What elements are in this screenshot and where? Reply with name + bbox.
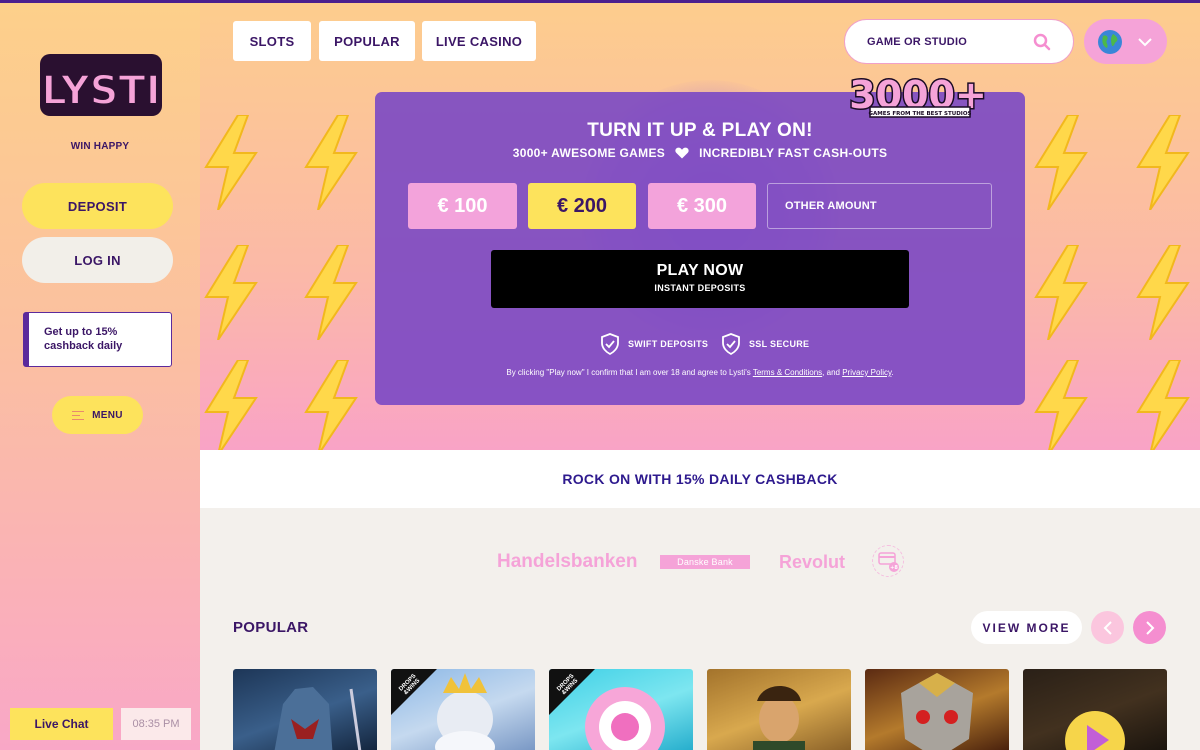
video-game-art [1065, 711, 1125, 750]
hero-sub-left: 3000+ AWESOME GAMES [512, 146, 666, 160]
hero-subtitle: 3000+ AWESOME GAMES INCREDIBLY FAST CASH… [375, 146, 1025, 160]
terms-link[interactable]: Terms & Conditions [753, 368, 822, 377]
search-input[interactable]: GAME OR STUDIO [844, 19, 1074, 64]
other-amount-input[interactable]: OTHER AMOUNT [767, 183, 992, 229]
shield-check-icon [601, 333, 619, 355]
logo-text: LYSTI [41, 68, 160, 114]
lightning-bolt-icon [1136, 115, 1190, 210]
hamburger-icon [72, 410, 85, 420]
nav-live-casino[interactable]: LIVE CASINO [422, 21, 536, 61]
clock-display: 08:35 PM [121, 708, 191, 740]
carousel-prev-button[interactable] [1091, 611, 1124, 644]
werewolf-game-art [274, 687, 362, 750]
lightning-bolt-icon [304, 245, 358, 340]
lightning-bolt-icon [1034, 360, 1088, 450]
lightning-bolt-icon [204, 115, 258, 210]
game-tile[interactable] [1023, 669, 1167, 750]
chevron-down-icon [1138, 37, 1152, 46]
game-tile[interactable] [233, 669, 377, 750]
globe-icon [1098, 29, 1122, 54]
ssl-secure-badge: SSL SECURE [721, 333, 809, 355]
view-more-button[interactable]: VIEW MORE [971, 611, 1082, 644]
consent-end: . [891, 368, 894, 377]
lightning-bolt-icon [1136, 245, 1190, 340]
lightning-bolt-icon [1034, 115, 1088, 210]
menu-button[interactable]: MENU [52, 396, 143, 434]
game-tile[interactable] [707, 669, 851, 750]
play-now-label: PLAY NOW [656, 262, 744, 279]
carousel-next-button[interactable] [1133, 611, 1166, 644]
heart-icon [675, 147, 689, 159]
lightning-bolt-icon [204, 360, 258, 450]
sidebar: LYSTI WIN HAPPY DEPOSIT LOG IN Get up to… [0, 0, 200, 750]
search-placeholder: GAME OR STUDIO [867, 35, 967, 48]
play-now-button[interactable]: PLAY NOW INSTANT DEPOSITS [491, 250, 909, 308]
cashback-banner[interactable]: ROCK ON WITH 15% DAILY CASHBACK [200, 450, 1200, 508]
game-tile[interactable]: DROPS &WINS [391, 669, 535, 750]
payment-danske-bank-logo: Danske Bank [660, 555, 750, 569]
ssl-secure-label: SSL SECURE [749, 339, 810, 349]
consent-pre: By clicking "Play now" I confirm that I … [506, 368, 753, 377]
nav-slots[interactable]: SLOTS [233, 21, 311, 61]
hero-sub-right: INCREDIBLY FAST CASH-OUTS [699, 146, 888, 160]
explorer-game-art [707, 669, 851, 750]
consent-mid: , and [822, 368, 843, 377]
lightning-bolt-icon [1034, 245, 1088, 340]
chevron-left-icon [1103, 620, 1112, 635]
warrior-mask-game-art [901, 673, 973, 750]
live-chat-button[interactable]: Live Chat [10, 708, 113, 740]
lightning-bolt-icon [1136, 360, 1190, 450]
brand-logo[interactable]: LYSTI [38, 40, 164, 122]
amount-200-button[interactable]: € 200 [528, 183, 636, 229]
card-icon: +8 [878, 552, 899, 572]
lightning-bolt-icon [304, 360, 358, 450]
language-selector[interactable] [1084, 19, 1167, 64]
popular-section-title: POPULAR [233, 619, 309, 636]
swift-deposits-label: SWIFT DEPOSITS [628, 339, 709, 349]
play-now-sublabel: INSTANT DEPOSITS [654, 283, 746, 293]
payment-revolut-logo: Revolut [779, 551, 846, 572]
menu-label: MENU [92, 409, 123, 421]
payment-more-icon: +8 [872, 545, 904, 577]
badge-small-text: GAMES FROM THE BEST STUDIOS [869, 111, 972, 117]
shield-check-icon [722, 333, 740, 355]
top-accent-line [0, 0, 1200, 3]
cashback-line-1: Get up to 15% [44, 326, 118, 338]
chevron-right-icon [1145, 620, 1154, 635]
brand-tagline: WIN HAPPY [70, 141, 130, 152]
payment-handelsbanken-logo: Handelsbanken [497, 551, 638, 572]
amount-100-button[interactable]: € 100 [408, 183, 517, 229]
game-tile[interactable]: DROPS &WINS [549, 669, 693, 750]
game-tile[interactable] [865, 669, 1009, 750]
search-icon[interactable] [1033, 33, 1051, 51]
lightning-bolt-icon [304, 115, 358, 210]
consent-text: By clicking "Play now" I confirm that I … [375, 368, 1025, 377]
payment-more-count: +8 [890, 565, 898, 571]
cashback-line-2: cashback daily [44, 340, 123, 352]
nav-popular[interactable]: POPULAR [319, 21, 415, 61]
swift-deposits-badge: SWIFT DEPOSITS [600, 333, 708, 355]
games-count-badge: 3000+ GAMES FROM THE BEST STUDIOS [848, 72, 988, 119]
amount-300-button[interactable]: € 300 [648, 183, 756, 229]
cashback-promo[interactable]: Get up to 15% cashback daily [23, 312, 172, 367]
privacy-link[interactable]: Privacy Policy [842, 368, 891, 377]
deposit-button[interactable]: DEPOSIT [22, 183, 173, 229]
login-button[interactable]: LOG IN [22, 237, 173, 283]
lightning-bolt-icon [204, 245, 258, 340]
